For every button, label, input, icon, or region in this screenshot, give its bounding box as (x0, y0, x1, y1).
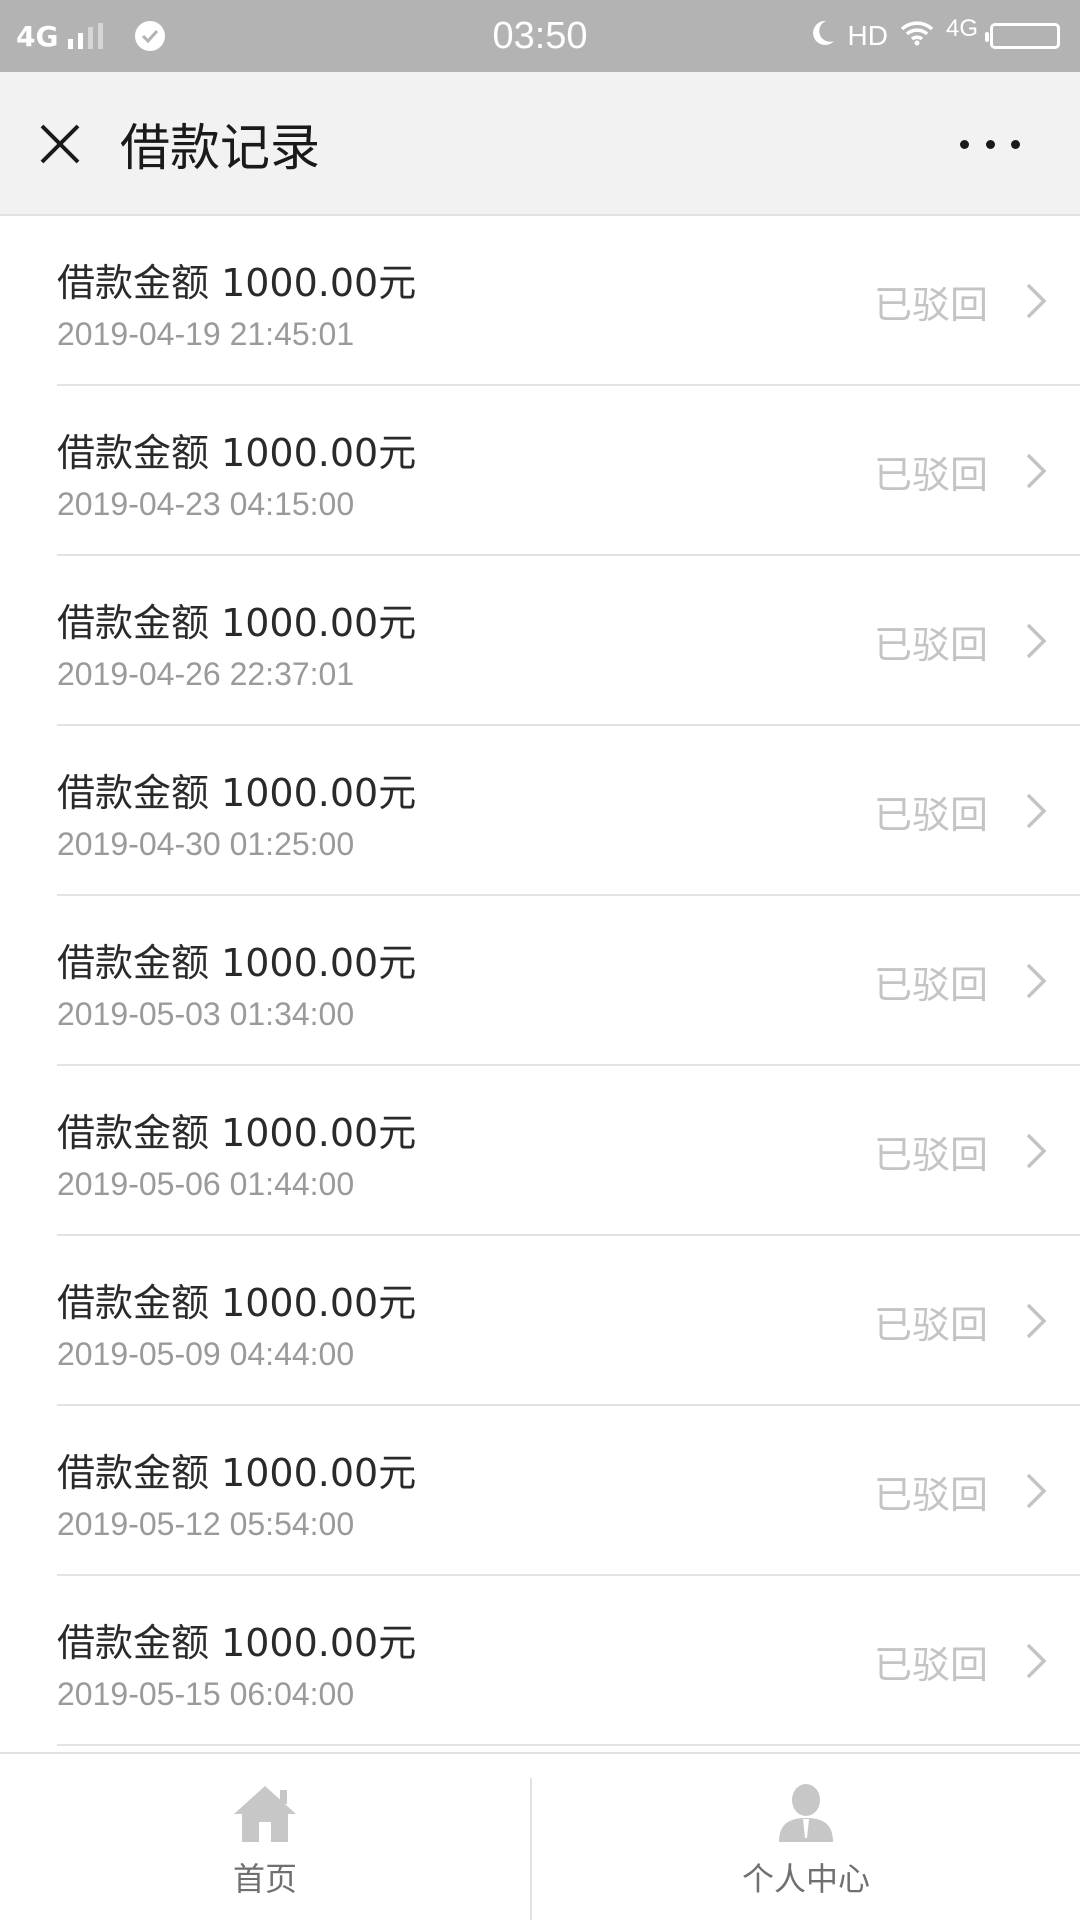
chevron-right-icon (1022, 281, 1050, 321)
list-item[interactable]: 借款金额 1000.00元 2019-04-23 04:15:00 已驳回 (0, 386, 1080, 556)
hd-label: HD (847, 20, 888, 51)
loan-timestamp: 2019-04-30 01:25:00 (57, 826, 355, 862)
status-label: 已驳回 (873, 792, 988, 837)
loan-timestamp: 2019-05-03 01:34:00 (57, 996, 355, 1032)
tab-home-label: 首页 (232, 1860, 297, 1898)
loan-amount: 借款金额 1000.00元 (57, 1281, 417, 1325)
page: 4G 03:50 HD 4G 借款记录 借款金额 1000.00元 2019-0… (0, 0, 1080, 1920)
list-item[interactable]: 借款金额 1000.00元 2019-05-03 01:34:00 已驳回 (0, 896, 1080, 1066)
tab-home[interactable]: 首页 (0, 1754, 530, 1920)
loan-timestamp: 2019-05-06 01:44:00 (57, 1166, 355, 1202)
status-label: 已驳回 (873, 1302, 988, 1347)
chevron-right-icon (1022, 1131, 1050, 1171)
status-label: 已驳回 (873, 282, 988, 327)
tab-user-center[interactable]: 个人中心 (532, 1754, 1080, 1920)
user-icon (771, 1782, 841, 1846)
chevron-right-icon (1022, 1471, 1050, 1511)
status-bar-right: HD 4G (810, 0, 1060, 72)
status-label: 已驳回 (873, 1642, 988, 1687)
close-icon[interactable] (36, 120, 84, 168)
status-label: 已驳回 (873, 622, 988, 667)
tab-user-label: 个人中心 (741, 1860, 870, 1898)
loan-amount: 借款金额 1000.00元 (57, 1451, 417, 1495)
loan-amount: 借款金额 1000.00元 (57, 261, 417, 305)
bottom-tab-bar: 首页 个人中心 (0, 1752, 1080, 1920)
loan-amount: 借款金额 1000.00元 (57, 431, 417, 475)
loan-timestamp: 2019-05-15 06:04:00 (57, 1676, 355, 1712)
status-label: 已驳回 (873, 962, 988, 1007)
list-item[interactable]: 借款金额 1000.00元 2019-04-19 21:45:01 已驳回 (0, 216, 1080, 386)
loan-timestamp: 2019-04-23 04:15:00 (57, 486, 355, 522)
status-label: 已驳回 (873, 1472, 988, 1517)
list-item[interactable]: 借款金额 1000.00元 2019-05-15 06:04:00 已驳回 (0, 1576, 1080, 1746)
list-item[interactable]: 借款金额 1000.00元 2019-05-09 04:44:00 已驳回 (0, 1236, 1080, 1406)
list-item[interactable]: 借款金额 1000.00元 2019-04-26 22:37:01 已驳回 (0, 556, 1080, 726)
network-4g-label: 4G (945, 15, 978, 42)
chevron-right-icon (1022, 1301, 1050, 1341)
status-label: 已驳回 (873, 1132, 988, 1177)
loan-amount: 借款金额 1000.00元 (57, 601, 417, 645)
chevron-right-icon (1022, 451, 1050, 491)
chevron-right-icon (1022, 621, 1050, 661)
loan-record-list: 借款金额 1000.00元 2019-04-19 21:45:01 已驳回 借款… (0, 216, 1080, 1746)
more-icon[interactable] (960, 128, 1020, 160)
loan-amount: 借款金额 1000.00元 (57, 771, 417, 815)
chevron-right-icon (1022, 1641, 1050, 1681)
loan-amount: 借款金额 1000.00元 (57, 1621, 417, 1665)
status-label: 已驳回 (873, 452, 988, 497)
battery-icon (985, 23, 1060, 49)
page-title: 借款记录 (120, 119, 320, 177)
home-icon (230, 1782, 300, 1846)
moon-icon (810, 19, 836, 54)
loan-timestamp: 2019-04-26 22:37:01 (57, 656, 355, 692)
list-item[interactable]: 借款金额 1000.00元 2019-05-06 01:44:00 已驳回 (0, 1066, 1080, 1236)
loan-timestamp: 2019-04-19 21:45:01 (57, 316, 355, 352)
status-bar: 4G 03:50 HD 4G (0, 0, 1080, 72)
loan-amount: 借款金额 1000.00元 (57, 941, 417, 985)
loan-timestamp: 2019-05-09 04:44:00 (57, 1336, 355, 1372)
nav-bar: 借款记录 (0, 72, 1080, 216)
chevron-right-icon (1022, 961, 1050, 1001)
wifi-icon (900, 20, 934, 53)
list-item[interactable]: 借款金额 1000.00元 2019-04-30 01:25:00 已驳回 (0, 726, 1080, 896)
chevron-right-icon (1022, 791, 1050, 831)
list-item[interactable]: 借款金额 1000.00元 2019-05-12 05:54:00 已驳回 (0, 1406, 1080, 1576)
loan-timestamp: 2019-05-12 05:54:00 (57, 1506, 355, 1542)
loan-amount: 借款金额 1000.00元 (57, 1111, 417, 1155)
